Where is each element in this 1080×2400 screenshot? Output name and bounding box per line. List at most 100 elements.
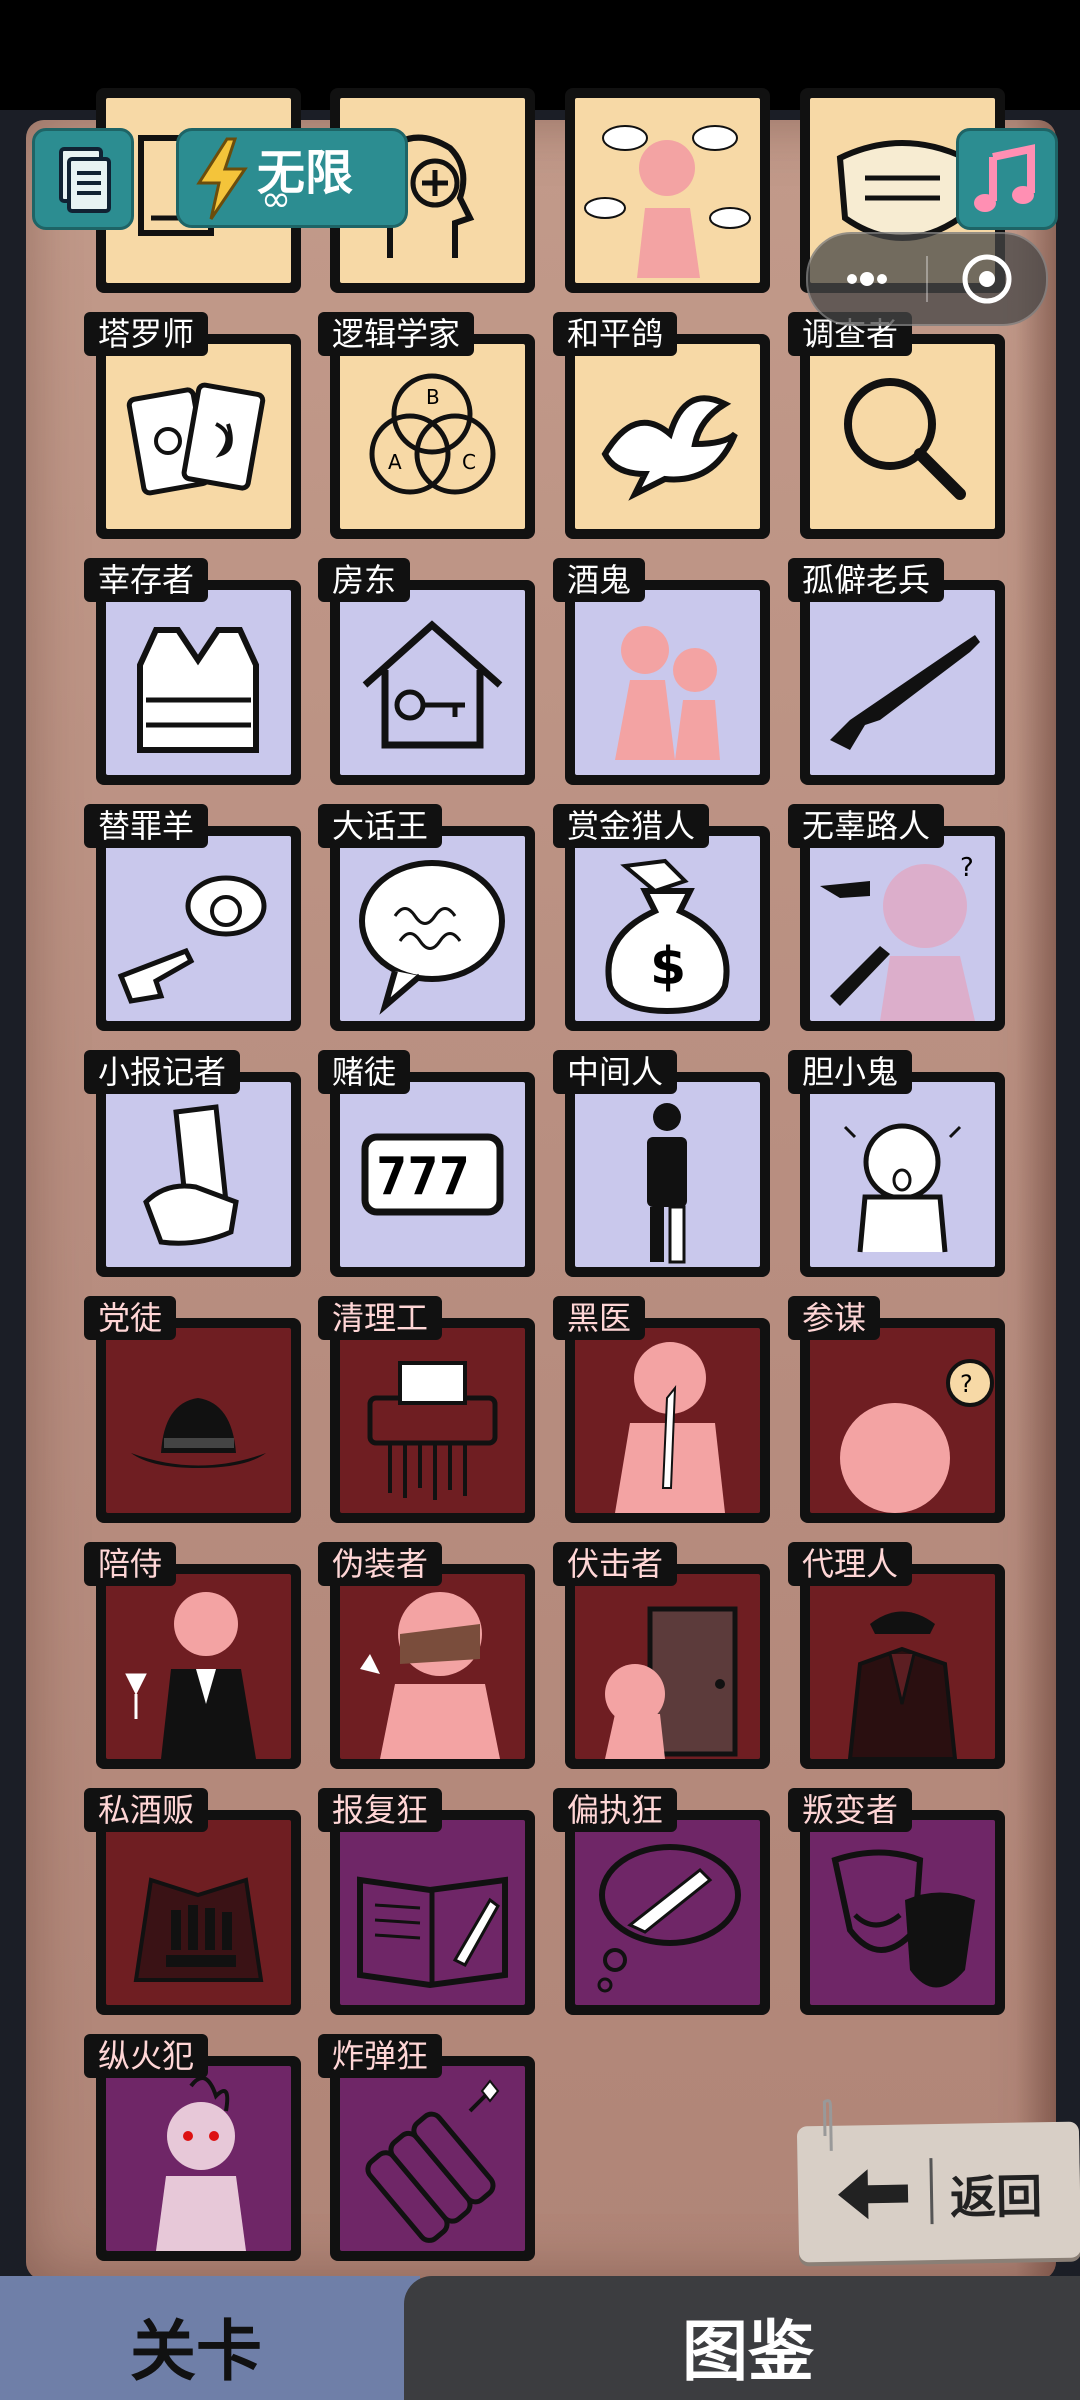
role-card[interactable]: 房东 — [318, 558, 535, 785]
card-name-label: 炸弹狂 — [318, 2034, 443, 2078]
role-card[interactable]: 和平鸽 — [553, 312, 770, 539]
card-name-label: 纵火犯 — [84, 2034, 209, 2078]
role-card-grid: 塔罗师 B A C 逻辑学家 和平鸽 调查者 幸存者 房东 酒鬼 孤僻老兵 替罪羊 大… — [0, 0, 1080, 2300]
door-ambush-icon — [605, 1606, 738, 1759]
card-name-label: 赏金猎人 — [553, 804, 710, 848]
card-name-label: 大话王 — [318, 804, 443, 848]
svg-text:C: C — [462, 450, 476, 474]
drunk-figures-icon — [615, 626, 720, 760]
notebook-knife-icon — [357, 1876, 508, 1989]
speech-bubble-icon — [359, 860, 505, 1015]
idea-bulb-icon: ? — [840, 1359, 994, 1513]
role-card[interactable]: 党徒 — [84, 1296, 301, 1523]
role-card[interactable]: 大话王 — [318, 804, 535, 1031]
card-name-label: 偏执狂 — [553, 1788, 678, 1832]
role-card[interactable]: 胆小鬼 — [788, 1050, 1005, 1277]
newspaper-hand-icon — [143, 1104, 239, 1246]
house-key-icon — [362, 620, 503, 749]
role-card[interactable]: 伪装者 — [318, 1542, 535, 1769]
card-name-label: 中间人 — [553, 1050, 678, 1094]
card-name-label: 小报记者 — [84, 1050, 241, 1094]
card-name-label: 伏击者 — [553, 1542, 678, 1586]
energy-infinity: ∞ — [261, 179, 291, 220]
role-card[interactable]: ? 参谋 — [788, 1296, 1005, 1523]
role-card[interactable]: $ 赏金猎人 — [553, 804, 770, 1031]
magnifier-icon — [844, 378, 966, 500]
tab-levels-label: 关卡 — [130, 2313, 262, 2390]
card-name-label: 叛变者 — [788, 1788, 913, 1832]
pointing-sheep-icon — [117, 875, 267, 1004]
card-name-label: 伪装者 — [318, 1542, 443, 1586]
role-card[interactable]: 幸存者 — [84, 558, 301, 785]
role-card[interactable]: 代理人 — [788, 1542, 1005, 1769]
tab-codex[interactable]: 图鉴 — [404, 2276, 1080, 2400]
role-card[interactable] — [565, 88, 770, 293]
scared-face-icon — [843, 1123, 962, 1253]
role-card[interactable]: 777 赌徒 — [318, 1050, 535, 1277]
role-card[interactable]: 报复狂 — [318, 1788, 535, 2015]
disguise-figure-icon — [360, 1592, 500, 1759]
tab-levels[interactable]: 关卡 — [0, 2276, 420, 2400]
theater-masks-icon — [831, 1849, 975, 1988]
role-card[interactable]: 偏执狂 — [553, 1788, 770, 2015]
half-person-icon — [647, 1103, 687, 1264]
role-card[interactable]: 小报记者 — [84, 1050, 301, 1277]
slot-777-icon: 777 — [361, 1133, 504, 1216]
burning-figure-icon — [156, 2076, 246, 2251]
card-name-label: 和平鸽 — [553, 312, 678, 356]
energy-button[interactable]: 无限 ∞ — [176, 128, 408, 228]
card-name-label: 无辜路人 — [788, 804, 945, 848]
dynamite-icon — [365, 2079, 500, 2243]
role-card[interactable]: 替罪羊 — [84, 804, 301, 1031]
card-name-label: 塔罗师 — [84, 312, 209, 356]
role-card[interactable]: 中间人 — [553, 1050, 770, 1277]
lightning-icon — [196, 137, 248, 220]
dove-icon — [601, 395, 738, 501]
role-card[interactable]: B A C 逻辑学家 — [318, 312, 535, 539]
role-card[interactable]: 炸弹狂 — [318, 2034, 535, 2261]
doctor-knife-icon — [615, 1342, 725, 1513]
miniprogram-capsule — [806, 232, 1048, 326]
thought-knife-icon — [597, 1844, 741, 1993]
role-card[interactable]: 孤僻老兵 — [788, 558, 1005, 785]
card-name-label: 房东 — [318, 558, 411, 602]
left-arrow-icon — [838, 2169, 909, 2220]
back-button[interactable]: 返回 — [796, 2099, 1080, 2263]
more-icon[interactable] — [812, 234, 922, 324]
role-card[interactable]: 清理工 — [318, 1296, 535, 1523]
vest-icon — [137, 627, 259, 753]
tarot-cards-icon — [126, 382, 266, 496]
document-button[interactable] — [32, 128, 134, 230]
role-card[interactable]: 叛变者 — [788, 1788, 1005, 2015]
role-card[interactable]: ? 无辜路人 — [788, 804, 1005, 1031]
card-name-label: 赌徒 — [318, 1050, 411, 1094]
card-name-label: 报复狂 — [318, 1788, 443, 1832]
suit-hat-icon — [847, 1611, 958, 1759]
role-card[interactable]: 陪侍 — [84, 1542, 301, 1769]
close-target-icon[interactable] — [932, 234, 1042, 324]
venn-diagram-icon: B A C — [369, 373, 496, 495]
waiter-wine-icon — [125, 1592, 256, 1759]
card-name-label: 黑医 — [553, 1296, 646, 1340]
svg-text:B: B — [426, 385, 440, 409]
card-name-label: 党徒 — [84, 1296, 177, 1340]
role-card[interactable]: 私酒贩 — [84, 1788, 301, 2015]
music-button[interactable] — [956, 128, 1058, 230]
card-name-label: 代理人 — [788, 1542, 913, 1586]
card-name-label: 参谋 — [788, 1296, 881, 1340]
card-name-label: 孤僻老兵 — [788, 558, 945, 602]
role-card[interactable]: 调查者 — [788, 312, 1005, 539]
card-name-label: 替罪羊 — [84, 804, 209, 848]
tab-codex-label: 图鉴 — [682, 2313, 814, 2390]
card-name-label: 私酒贩 — [84, 1788, 209, 1832]
card-name-label: 陪侍 — [84, 1542, 177, 1586]
shredder-icon — [367, 1361, 498, 1500]
role-card[interactable]: 黑医 — [553, 1296, 770, 1523]
role-card[interactable]: 酒鬼 — [553, 558, 770, 785]
role-card[interactable]: 塔罗师 — [84, 312, 301, 539]
role-card[interactable]: 纵火犯 — [84, 2034, 301, 2261]
money-bag-icon: $ — [605, 858, 730, 1015]
role-card[interactable]: 伏击者 — [553, 1542, 770, 1769]
gossip-figure-icon — [584, 125, 751, 278]
back-label: 返回 — [949, 2169, 1043, 2225]
